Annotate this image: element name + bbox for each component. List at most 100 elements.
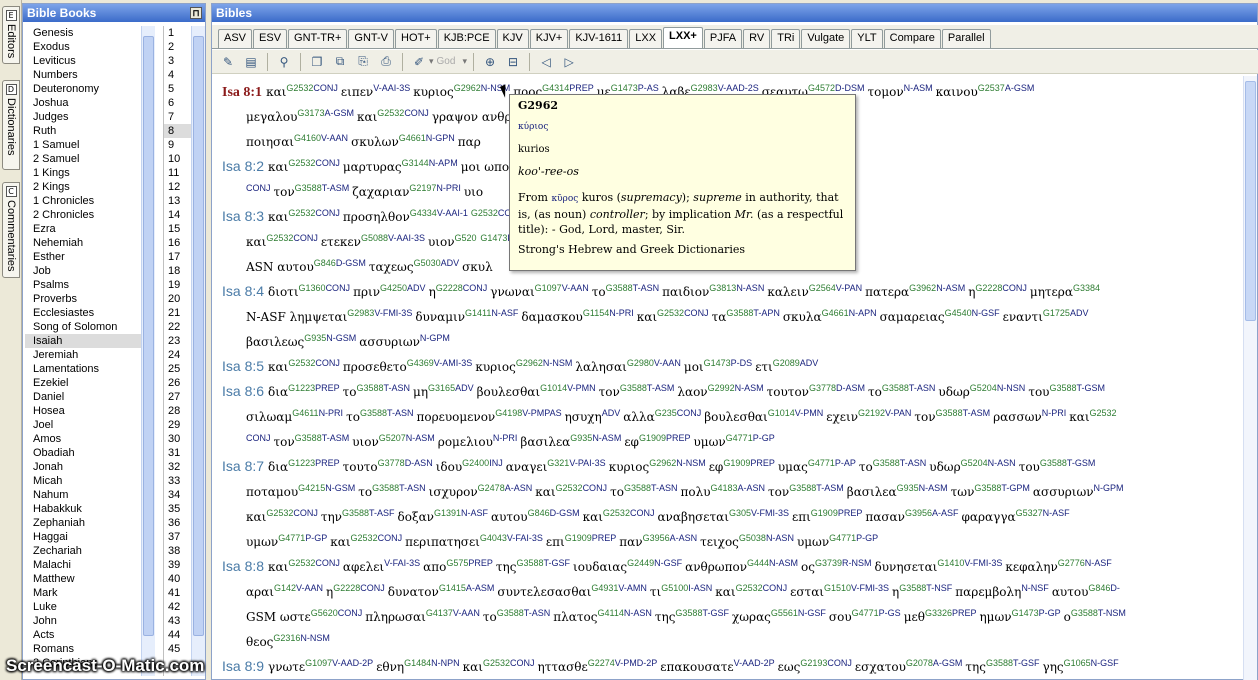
greek-word[interactable]: ισχυρον	[429, 485, 478, 499]
morphology-code[interactable]: V-AAD-2P	[734, 658, 775, 668]
layout-icon[interactable]: ⊟	[503, 52, 523, 72]
strongs-number[interactable]: G2400	[462, 458, 489, 468]
verse-reference[interactable]: Isa 8:4	[222, 283, 264, 299]
morphology-code[interactable]: N-ASM	[904, 83, 933, 93]
greek-word[interactable]: ταχεως	[369, 260, 414, 274]
chapter-item[interactable]: 36	[164, 516, 191, 530]
greek-word[interactable]: θεος	[246, 635, 273, 649]
strongs-number[interactable]: G3813	[709, 283, 736, 293]
greek-word[interactable]: του	[1019, 460, 1040, 474]
greek-word[interactable]: και	[268, 560, 288, 574]
strongs-number[interactable]: G846	[314, 258, 336, 268]
greek-word[interactable]: γραψον	[432, 110, 478, 124]
morphology-code[interactable]: T-ASN	[900, 458, 927, 468]
strongs-number[interactable]: G1223	[288, 458, 315, 468]
greek-word[interactable]: ποιησαι	[246, 135, 294, 149]
morphology-code[interactable]: PREP	[315, 458, 340, 468]
greek-word[interactable]: σκυλ	[462, 260, 493, 274]
strongs-number[interactable]: G3588	[936, 408, 963, 418]
book-item[interactable]: Daniel	[25, 390, 155, 404]
morphology-code[interactable]: CONJ	[315, 158, 340, 168]
highlight-dropdown-icon[interactable]: ▾	[429, 57, 434, 67]
strongs-number[interactable]: G3588	[726, 308, 753, 318]
morphology-code[interactable]: T-GPM	[1001, 483, 1030, 493]
morphology-code[interactable]: T-NSM	[1098, 608, 1126, 618]
morphology-code[interactable]: A-ASN	[670, 533, 698, 543]
morphology-code[interactable]: N-ASF	[491, 308, 518, 318]
tab-gnt-v[interactable]: GNT-V	[348, 29, 395, 48]
book-item[interactable]: Zechariah	[25, 544, 155, 558]
morphology-code[interactable]: P-GP	[305, 533, 327, 543]
morphology-code[interactable]: D-ASN	[405, 458, 433, 468]
greek-word[interactable]: παιδιον	[662, 285, 709, 299]
morphology-code[interactable]: N-NSN	[997, 383, 1026, 393]
book-item[interactable]: Zephaniah	[25, 516, 155, 530]
morphology-code[interactable]: D-DSM	[835, 83, 865, 93]
greek-word[interactable]: αλλα	[623, 410, 654, 424]
book-item[interactable]: Acts	[25, 628, 155, 642]
strongs-number[interactable]: G3778	[809, 383, 836, 393]
strongs-number[interactable]: G5620	[311, 608, 338, 618]
chapter-item[interactable]: 8	[164, 124, 191, 138]
greek-word[interactable]: και	[1069, 410, 1089, 424]
strongs-number[interactable]: G3588	[789, 483, 816, 493]
greek-word[interactable]: GSM	[246, 610, 276, 624]
greek-word[interactable]: κυριος	[413, 85, 454, 99]
book-item[interactable]: Ecclesiastes	[25, 306, 155, 320]
strongs-number[interactable]: G5204	[961, 458, 988, 468]
greek-word[interactable]: επι	[546, 535, 565, 549]
morphology-code[interactable]: N-NSM	[300, 633, 330, 643]
morphology-code[interactable]: T-ASN	[909, 383, 936, 393]
strongs-number[interactable]: G1909	[723, 458, 750, 468]
morphology-code[interactable]: PREP	[569, 83, 594, 93]
tab-kjv[interactable]: KJV	[496, 29, 529, 48]
morphology-code[interactable]: N-ASN	[988, 458, 1016, 468]
morphology-code[interactable]: V-PAN	[885, 408, 911, 418]
greek-word[interactable]: ωστε	[280, 610, 311, 624]
morphology-code[interactable]: ADV	[800, 358, 819, 368]
strongs-number[interactable]: G1154	[583, 308, 609, 318]
strongs-number[interactable]: G3173	[297, 108, 324, 118]
greek-word[interactable]: δαμασκου	[521, 310, 582, 324]
strongs-number[interactable]: G2983	[691, 83, 718, 93]
strongs-number[interactable]: G1473	[704, 358, 731, 368]
verse-reference[interactable]: Isa 8:2	[222, 158, 264, 174]
strongs-number[interactable]: G2532	[736, 583, 763, 593]
tab-tri[interactable]: TRi	[771, 29, 801, 48]
greek-word[interactable]: σου	[829, 610, 852, 624]
morphology-code[interactable]: V-AAN	[654, 358, 681, 368]
chapter-item[interactable]: 42	[164, 600, 191, 614]
morphology-code[interactable]: V-AAD-2P	[332, 658, 373, 668]
morphology-code[interactable]: R-NSM	[842, 558, 872, 568]
morphology-code[interactable]: A-ASN	[738, 483, 766, 493]
strongs-number[interactable]: G1415	[439, 583, 466, 593]
chapter-item[interactable]: 44	[164, 628, 191, 642]
morphology-code[interactable]: V-AAN	[562, 283, 589, 293]
morphology-code[interactable]: N-ASM	[919, 483, 948, 493]
morphology-code[interactable]: CONJ	[293, 233, 318, 243]
greek-word[interactable]: κεφαλην	[1005, 560, 1057, 574]
book-item[interactable]: Joshua	[25, 96, 155, 110]
morphology-code[interactable]: A-GSM	[1005, 83, 1035, 93]
strongs-number[interactable]: G3588	[516, 558, 543, 568]
greek-word[interactable]: N-ASF	[246, 310, 286, 324]
chapter-item[interactable]: 38	[164, 544, 191, 558]
strongs-number[interactable]: G1360	[299, 283, 326, 293]
morphology-code[interactable]: N-GSF	[654, 558, 682, 568]
strongs-number[interactable]: G2228	[436, 283, 463, 293]
morphology-code[interactable]: CONJ	[246, 433, 271, 443]
strongs-number[interactable]: G1725	[1043, 308, 1070, 318]
chapter-item[interactable]: 24	[164, 348, 191, 362]
morphology-code[interactable]: PREP	[838, 508, 863, 518]
book-item[interactable]: Matthew	[25, 572, 155, 586]
greek-word[interactable]: γνωναι	[490, 285, 534, 299]
strongs-number[interactable]: G1014	[540, 383, 567, 393]
greek-word[interactable]: και	[583, 510, 603, 524]
strongs-number[interactable]: G2228	[333, 583, 360, 593]
morphology-code[interactable]: ADV	[602, 408, 621, 418]
morphology-code[interactable]: A-ASF	[932, 508, 959, 518]
greek-word[interactable]: πολυ	[680, 485, 710, 499]
strongs-number[interactable]: G4114	[597, 608, 623, 618]
morphology-code[interactable]: T-ASN	[633, 283, 660, 293]
morphology-code[interactable]: CONJ	[630, 508, 655, 518]
